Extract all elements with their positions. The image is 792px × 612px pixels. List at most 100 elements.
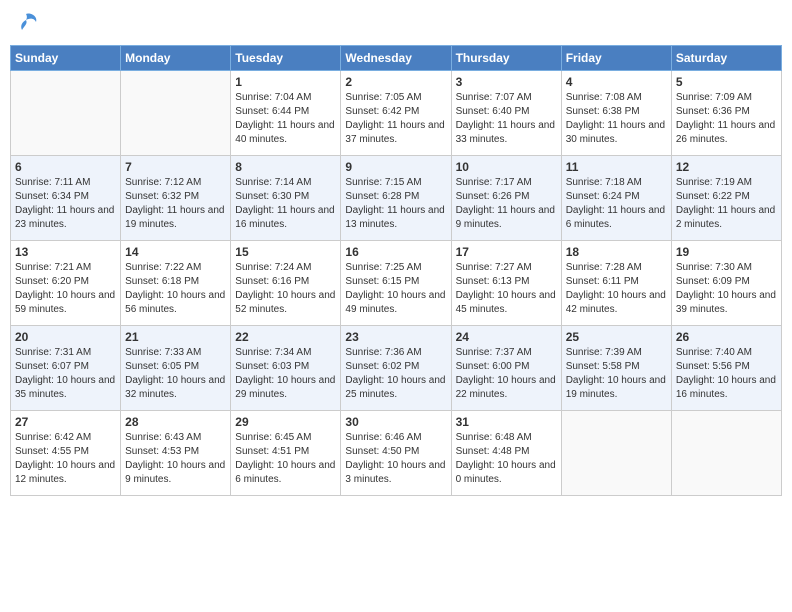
day-number: 2 bbox=[345, 75, 446, 89]
day-number: 7 bbox=[125, 160, 226, 174]
day-info: Sunrise: 6:43 AM Sunset: 4:53 PM Dayligh… bbox=[125, 431, 226, 487]
day-info: Sunrise: 7:27 AM Sunset: 6:13 PM Dayligh… bbox=[456, 261, 557, 317]
calendar-cell: 19 Sunrise: 7:30 AM Sunset: 6:09 PM Dayli… bbox=[671, 241, 781, 326]
day-header-wednesday: Wednesday bbox=[341, 46, 451, 71]
day-info: Sunrise: 7:17 AM Sunset: 6:26 PM Dayligh… bbox=[456, 176, 557, 232]
day-info: Sunrise: 7:33 AM Sunset: 6:05 PM Dayligh… bbox=[125, 346, 226, 402]
calendar-cell bbox=[561, 411, 671, 496]
calendar-table: SundayMondayTuesdayWednesdayThursdayFrid… bbox=[10, 45, 782, 496]
day-number: 8 bbox=[235, 160, 336, 174]
calendar-week-row: 13 Sunrise: 7:21 AM Sunset: 6:20 PM Dayli… bbox=[11, 241, 782, 326]
calendar-cell: 25 Sunrise: 7:39 AM Sunset: 5:58 PM Dayli… bbox=[561, 326, 671, 411]
day-number: 1 bbox=[235, 75, 336, 89]
day-info: Sunrise: 7:11 AM Sunset: 6:34 PM Dayligh… bbox=[15, 176, 116, 232]
day-number: 24 bbox=[456, 330, 557, 344]
day-number: 16 bbox=[345, 245, 446, 259]
day-number: 17 bbox=[456, 245, 557, 259]
day-info: Sunrise: 7:25 AM Sunset: 6:15 PM Dayligh… bbox=[345, 261, 446, 317]
day-header-sunday: Sunday bbox=[11, 46, 121, 71]
day-info: Sunrise: 7:31 AM Sunset: 6:07 PM Dayligh… bbox=[15, 346, 116, 402]
day-number: 15 bbox=[235, 245, 336, 259]
day-info: Sunrise: 7:08 AM Sunset: 6:38 PM Dayligh… bbox=[566, 91, 667, 147]
calendar-cell: 31 Sunrise: 6:48 AM Sunset: 4:48 PM Dayli… bbox=[451, 411, 561, 496]
day-info: Sunrise: 7:39 AM Sunset: 5:58 PM Dayligh… bbox=[566, 346, 667, 402]
day-number: 25 bbox=[566, 330, 667, 344]
calendar-cell: 27 Sunrise: 6:42 AM Sunset: 4:55 PM Dayli… bbox=[11, 411, 121, 496]
calendar-cell: 10 Sunrise: 7:17 AM Sunset: 6:26 PM Dayli… bbox=[451, 156, 561, 241]
day-info: Sunrise: 7:14 AM Sunset: 6:30 PM Dayligh… bbox=[235, 176, 336, 232]
day-header-saturday: Saturday bbox=[671, 46, 781, 71]
day-number: 28 bbox=[125, 415, 226, 429]
calendar-cell: 3 Sunrise: 7:07 AM Sunset: 6:40 PM Daylig… bbox=[451, 71, 561, 156]
day-info: Sunrise: 7:36 AM Sunset: 6:02 PM Dayligh… bbox=[345, 346, 446, 402]
calendar-cell: 13 Sunrise: 7:21 AM Sunset: 6:20 PM Dayli… bbox=[11, 241, 121, 326]
day-number: 9 bbox=[345, 160, 446, 174]
day-info: Sunrise: 6:46 AM Sunset: 4:50 PM Dayligh… bbox=[345, 431, 446, 487]
calendar-week-row: 6 Sunrise: 7:11 AM Sunset: 6:34 PM Daylig… bbox=[11, 156, 782, 241]
calendar-cell: 14 Sunrise: 7:22 AM Sunset: 6:18 PM Dayli… bbox=[121, 241, 231, 326]
day-number: 27 bbox=[15, 415, 116, 429]
calendar-cell: 21 Sunrise: 7:33 AM Sunset: 6:05 PM Dayli… bbox=[121, 326, 231, 411]
day-info: Sunrise: 6:42 AM Sunset: 4:55 PM Dayligh… bbox=[15, 431, 116, 487]
calendar-week-row: 1Sunrise: 7:04 AM Sunset: 6:44 PM Daylig… bbox=[11, 71, 782, 156]
day-info: Sunrise: 7:37 AM Sunset: 6:00 PM Dayligh… bbox=[456, 346, 557, 402]
calendar-cell: 1Sunrise: 7:04 AM Sunset: 6:44 PM Daylig… bbox=[231, 71, 341, 156]
day-number: 20 bbox=[15, 330, 116, 344]
calendar-cell: 24 Sunrise: 7:37 AM Sunset: 6:00 PM Dayli… bbox=[451, 326, 561, 411]
calendar-cell: 6 Sunrise: 7:11 AM Sunset: 6:34 PM Daylig… bbox=[11, 156, 121, 241]
logo bbox=[10, 10, 40, 37]
calendar-week-row: 20 Sunrise: 7:31 AM Sunset: 6:07 PM Dayli… bbox=[11, 326, 782, 411]
calendar-cell: 12Sunrise: 7:19 AM Sunset: 6:22 PM Dayli… bbox=[671, 156, 781, 241]
calendar-cell: 20 Sunrise: 7:31 AM Sunset: 6:07 PM Dayli… bbox=[11, 326, 121, 411]
calendar-cell: 29Sunrise: 6:45 AM Sunset: 4:51 PM Dayli… bbox=[231, 411, 341, 496]
calendar-cell: 2 Sunrise: 7:05 AM Sunset: 6:42 PM Daylig… bbox=[341, 71, 451, 156]
day-number: 29 bbox=[235, 415, 336, 429]
day-number: 6 bbox=[15, 160, 116, 174]
day-info: Sunrise: 7:34 AM Sunset: 6:03 PM Dayligh… bbox=[235, 346, 336, 402]
calendar-cell: 17 Sunrise: 7:27 AM Sunset: 6:13 PM Dayli… bbox=[451, 241, 561, 326]
calendar-cell: 23Sunrise: 7:36 AM Sunset: 6:02 PM Dayli… bbox=[341, 326, 451, 411]
day-info: Sunrise: 7:09 AM Sunset: 6:36 PM Dayligh… bbox=[676, 91, 777, 147]
day-number: 12 bbox=[676, 160, 777, 174]
day-number: 4 bbox=[566, 75, 667, 89]
day-number: 10 bbox=[456, 160, 557, 174]
day-number: 26 bbox=[676, 330, 777, 344]
calendar-week-row: 27 Sunrise: 6:42 AM Sunset: 4:55 PM Dayli… bbox=[11, 411, 782, 496]
calendar-cell: 11Sunrise: 7:18 AM Sunset: 6:24 PM Dayli… bbox=[561, 156, 671, 241]
calendar-cell bbox=[121, 71, 231, 156]
calendar-cell: 15 Sunrise: 7:24 AM Sunset: 6:16 PM Dayli… bbox=[231, 241, 341, 326]
day-number: 13 bbox=[15, 245, 116, 259]
day-info: Sunrise: 7:15 AM Sunset: 6:28 PM Dayligh… bbox=[345, 176, 446, 232]
day-number: 31 bbox=[456, 415, 557, 429]
day-header-monday: Monday bbox=[121, 46, 231, 71]
logo-bird-icon bbox=[12, 10, 40, 38]
day-number: 3 bbox=[456, 75, 557, 89]
day-number: 21 bbox=[125, 330, 226, 344]
day-number: 14 bbox=[125, 245, 226, 259]
day-info: Sunrise: 6:48 AM Sunset: 4:48 PM Dayligh… bbox=[456, 431, 557, 487]
calendar-cell: 9 Sunrise: 7:15 AM Sunset: 6:28 PM Daylig… bbox=[341, 156, 451, 241]
day-info: Sunrise: 7:12 AM Sunset: 6:32 PM Dayligh… bbox=[125, 176, 226, 232]
calendar-cell: 30Sunrise: 6:46 AM Sunset: 4:50 PM Dayli… bbox=[341, 411, 451, 496]
day-info: Sunrise: 7:22 AM Sunset: 6:18 PM Dayligh… bbox=[125, 261, 226, 317]
calendar-cell: 4 Sunrise: 7:08 AM Sunset: 6:38 PM Daylig… bbox=[561, 71, 671, 156]
day-header-tuesday: Tuesday bbox=[231, 46, 341, 71]
day-info: Sunrise: 7:07 AM Sunset: 6:40 PM Dayligh… bbox=[456, 91, 557, 147]
day-info: Sunrise: 7:40 AM Sunset: 5:56 PM Dayligh… bbox=[676, 346, 777, 402]
calendar-cell: 8 Sunrise: 7:14 AM Sunset: 6:30 PM Daylig… bbox=[231, 156, 341, 241]
day-info: Sunrise: 7:21 AM Sunset: 6:20 PM Dayligh… bbox=[15, 261, 116, 317]
day-info: Sunrise: 7:18 AM Sunset: 6:24 PM Dayligh… bbox=[566, 176, 667, 232]
day-number: 22 bbox=[235, 330, 336, 344]
day-number: 5 bbox=[676, 75, 777, 89]
day-info: Sunrise: 7:24 AM Sunset: 6:16 PM Dayligh… bbox=[235, 261, 336, 317]
day-info: Sunrise: 7:05 AM Sunset: 6:42 PM Dayligh… bbox=[345, 91, 446, 147]
calendar-cell: 7 Sunrise: 7:12 AM Sunset: 6:32 PM Daylig… bbox=[121, 156, 231, 241]
day-header-thursday: Thursday bbox=[451, 46, 561, 71]
day-header-friday: Friday bbox=[561, 46, 671, 71]
calendar-cell: 22 Sunrise: 7:34 AM Sunset: 6:03 PM Dayli… bbox=[231, 326, 341, 411]
day-info: Sunrise: 7:28 AM Sunset: 6:11 PM Dayligh… bbox=[566, 261, 667, 317]
day-number: 19 bbox=[676, 245, 777, 259]
day-info: Sunrise: 7:30 AM Sunset: 6:09 PM Dayligh… bbox=[676, 261, 777, 317]
calendar-cell: 28 Sunrise: 6:43 AM Sunset: 4:53 PM Dayli… bbox=[121, 411, 231, 496]
calendar-header-row: SundayMondayTuesdayWednesdayThursdayFrid… bbox=[11, 46, 782, 71]
